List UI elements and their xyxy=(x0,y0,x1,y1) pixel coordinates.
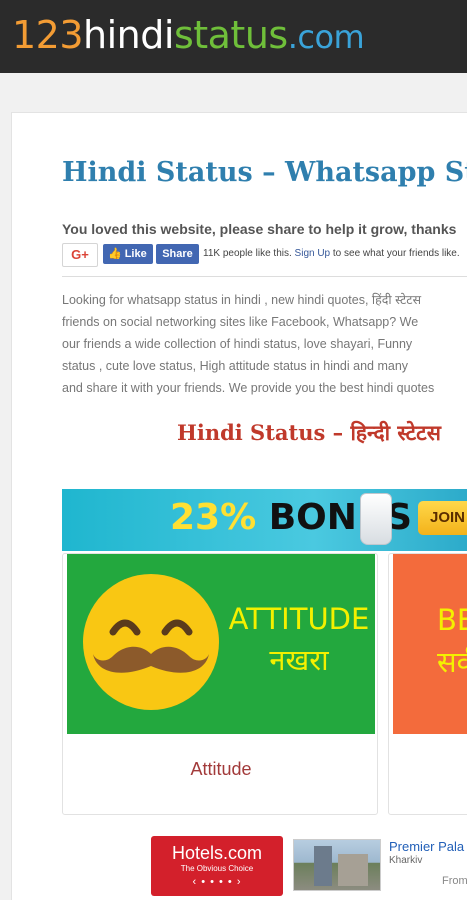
intro-line: friends on social networking sites like … xyxy=(62,315,419,329)
ad-percent: 23% xyxy=(170,497,257,538)
google-plus-button[interactable]: G+ xyxy=(62,243,98,267)
ad-device-image xyxy=(360,493,392,545)
hotels-tagline: The Obvious Choice xyxy=(180,864,254,873)
page-title: Hindi Status – Whatsapp Status xyxy=(62,157,467,188)
facebook-like-button[interactable]: 👍 Like xyxy=(103,244,153,264)
hotel-name-link[interactable]: Premier Pala xyxy=(389,839,464,854)
share-label: Share xyxy=(162,248,193,260)
intro-line: our friends a wide collection of hindi s… xyxy=(62,337,413,351)
intro-line: and share it with your friends. We provi… xyxy=(62,381,435,395)
category-image-text: ATTITUDE नखरा xyxy=(219,599,377,681)
logo-com: .com xyxy=(287,18,365,56)
building-shape xyxy=(314,846,332,886)
category-image-text-hi: सर्व xyxy=(437,645,467,679)
category-image-text-en: BE xyxy=(437,603,467,637)
logo-num: 123 xyxy=(12,13,84,57)
divider xyxy=(62,276,467,277)
ad-join-button[interactable]: JOIN xyxy=(418,501,467,535)
mustache-smiley-icon xyxy=(83,574,219,710)
facebook-share-button[interactable]: Share xyxy=(156,244,199,264)
category-tile-attitude[interactable]: ATTITUDE नखरा Attitude xyxy=(62,553,378,815)
share-prompt: You loved this website, please share to … xyxy=(62,221,457,237)
thumbs-up-icon: 👍 xyxy=(108,248,122,260)
site-header: 123hindistatus.com xyxy=(0,0,467,73)
hotel-city: Kharkiv xyxy=(389,855,423,866)
hotels-brand: Hotels.com xyxy=(171,843,263,863)
hotel-price-from: From xyxy=(442,875,467,887)
category-image-text-hi: नखरा xyxy=(269,643,329,677)
hotel-photo[interactable] xyxy=(293,839,381,891)
content-card: Hindi Status – Whatsapp Status You loved… xyxy=(11,112,467,900)
site-logo[interactable]: 123hindistatus.com xyxy=(12,12,365,60)
facebook-like-count: 11K people like this. Sign Up to see wha… xyxy=(203,248,460,259)
category-tile-2[interactable]: BE सर्व xyxy=(388,553,467,815)
category-image: BE सर्व xyxy=(393,554,467,734)
like-label: Like xyxy=(124,248,147,260)
like-count-text: 11K people like this. xyxy=(203,248,292,259)
intro-line: status , cute love status, High attitude… xyxy=(62,359,409,373)
intro-paragraph: Looking for whatsapp status in hindi , n… xyxy=(62,289,467,399)
like-count-suffix: to see what your friends like. xyxy=(330,248,460,259)
logo-status: status xyxy=(173,13,288,57)
category-image: ATTITUDE नखरा xyxy=(67,554,375,734)
hotels-ad[interactable]: Hotels.com The Obvious Choice ‹ • • • • … xyxy=(151,836,283,896)
google-plus-icon: G+ xyxy=(71,247,89,262)
category-image-text: BE सर्व xyxy=(437,599,467,683)
logo-hindi: hindi xyxy=(83,13,174,57)
building-shape xyxy=(338,854,368,886)
facebook-signup-link[interactable]: Sign Up xyxy=(295,248,331,259)
category-label[interactable]: Attitude xyxy=(63,759,377,780)
section-heading: Hindi Status – हिन्दी स्टेटस xyxy=(177,420,441,445)
category-image-text-en: ATTITUDE xyxy=(228,602,370,636)
intro-line: Looking for whatsapp status in hindi , n… xyxy=(62,293,422,307)
ad-banner[interactable]: 23% BONUS JOIN xyxy=(62,489,467,551)
carousel-arrows-icon[interactable]: ‹ • • • • › xyxy=(151,874,283,890)
